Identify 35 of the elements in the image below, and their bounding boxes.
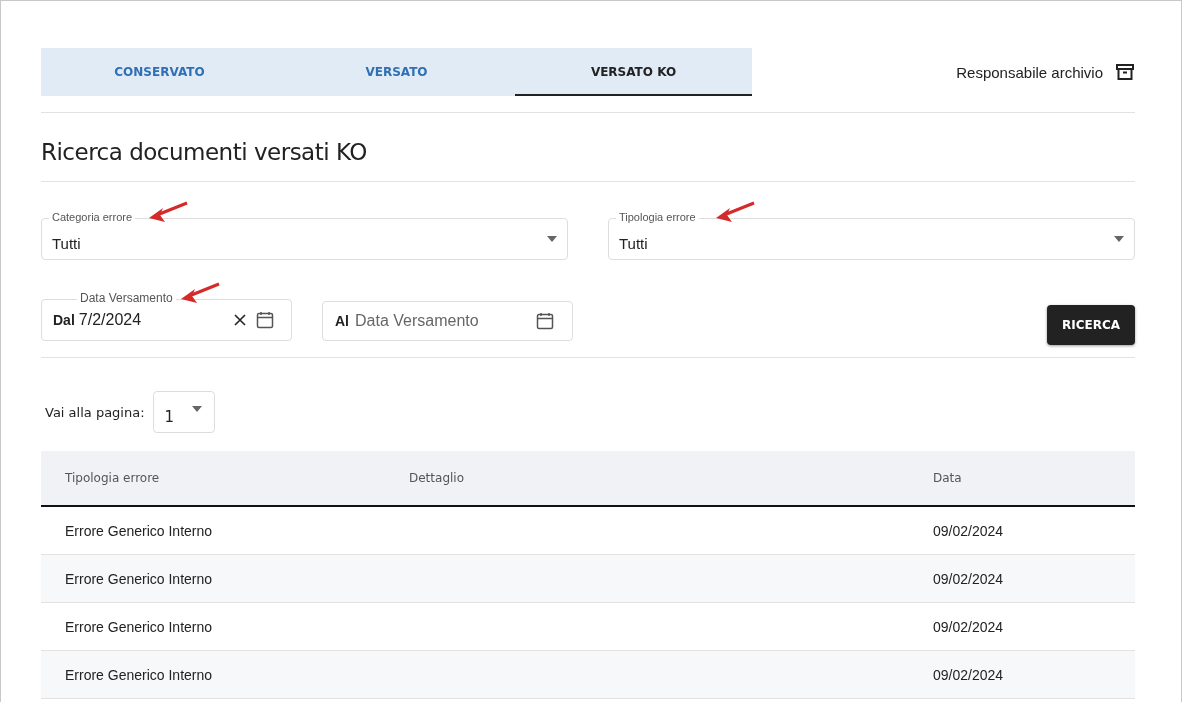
table-cell: Errore Generico Interno <box>65 618 213 635</box>
table-cell: Errore Generico Interno <box>65 666 213 683</box>
field-label: Tipologia errore <box>616 210 699 224</box>
caret-icon <box>547 236 557 242</box>
column-header: Tipologia errore <box>41 451 385 506</box>
date-prefix: Al <box>335 313 349 329</box>
field-value: 7/2/2024 <box>78 311 143 329</box>
field-label: Data Versamento <box>77 291 176 305</box>
close-icon[interactable] <box>234 314 246 326</box>
caret-icon <box>1114 236 1124 242</box>
table-cell: 09/02/2024 <box>933 522 1004 539</box>
dropdown-field[interactable]: Categoria errore Tutti <box>41 210 568 260</box>
date-field[interactable]: Al Data Versamento <box>322 301 573 341</box>
field-value: Tutti <box>52 233 82 252</box>
dropdown-field[interactable]: Tipologia errore Tutti <box>608 210 1135 260</box>
calendar-icon[interactable] <box>256 311 274 329</box>
search-button[interactable]: RICERCA <box>1046 305 1135 345</box>
page-title: Ricerca documenti versati KO <box>41 139 368 165</box>
table-cell: 09/02/2024 <box>933 666 1004 683</box>
table-cell: Errore Generico Interno <box>65 570 213 587</box>
field-label: Categoria errore <box>49 210 136 224</box>
date-field[interactable]: Data Versamento Dal 7/2/2024 <box>41 291 292 341</box>
archive-box-icon[interactable] <box>1115 62 1135 82</box>
column-header: Data <box>909 451 1135 506</box>
page-label: Vai alla pagina: <box>45 404 145 420</box>
date-prefix: Dal <box>53 312 75 328</box>
caret-icon <box>191 406 202 412</box>
table-cell: 09/02/2024 <box>933 618 1004 635</box>
field-value: Tutti <box>619 233 649 252</box>
calendar-icon[interactable] <box>536 312 554 330</box>
column-header: Dettaglio <box>385 451 909 506</box>
table-cell: Errore Generico Interno <box>65 522 213 539</box>
page-dropdown[interactable]: 1 <box>152 391 215 433</box>
role-label: Responsabile archivio <box>956 63 1103 81</box>
table-cell: 09/02/2024 <box>933 570 1004 587</box>
